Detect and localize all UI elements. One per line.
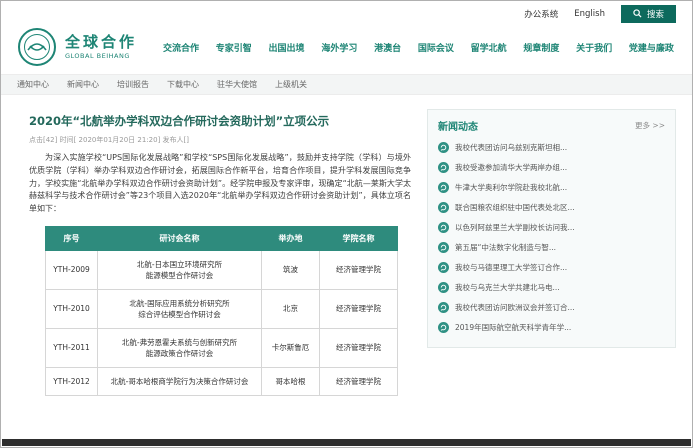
subnav-item-reports[interactable]: 培训报告 — [117, 79, 149, 90]
news-item[interactable]: 牛津大学奥利尔学院赴我校北航... — [438, 177, 665, 197]
subnav-item-downloads[interactable]: 下载中心 — [167, 79, 199, 90]
content-area: 2020年“北航举办学科双边合作研讨会资助计划”立项公示 点击[42] 时间[ … — [1, 95, 692, 396]
nav-item-party[interactable]: 党建与廉政 — [629, 41, 674, 54]
circular-arrow-icon — [438, 162, 449, 173]
col-header-college: 学院名称 — [320, 226, 398, 250]
beihang-emblem-icon — [17, 27, 57, 67]
circular-arrow-icon — [438, 142, 449, 153]
search-label: 搜索 — [647, 8, 664, 20]
news-title: 新闻动态 — [438, 118, 478, 133]
news-item[interactable]: 第五届“中法数字化制造与智... — [438, 237, 665, 257]
search-button[interactable]: 搜索 — [621, 5, 676, 23]
news-item[interactable]: 以色列阿兹里兰大学副校长访问我... — [438, 217, 665, 237]
news-item-text: 第五届“中法数字化制造与智... — [455, 242, 556, 253]
seminar-table: 序号 研讨会名称 举办地 学院名称 YTH-2009 北航-日本国立环境研究所 … — [45, 226, 398, 396]
news-more-link[interactable]: 更多 >> — [635, 120, 665, 131]
news-box: 新闻动态 更多 >> 我校代表团访问乌兹别克斯坦相... 我校受邀参加清华大学两… — [427, 109, 676, 348]
circular-arrow-icon — [438, 202, 449, 213]
circular-arrow-icon — [438, 282, 449, 293]
table-row: YTH-2011 北航-弗劳恩霍夫系统与创新研究所 能源政策合作研讨会 卡尔斯鲁… — [46, 328, 398, 367]
english-link[interactable]: English — [574, 9, 605, 19]
news-item-text: 牛津大学奥利尔学院赴我校北航... — [455, 182, 567, 193]
news-item[interactable]: 我校代表团访问乌兹别克斯坦相... — [438, 137, 665, 157]
news-sidebar: 新闻动态 更多 >> 我校代表团访问乌兹别克斯坦相... 我校受邀参加清华大学两… — [427, 109, 676, 396]
nav-item-hmt[interactable]: 港澳台 — [374, 41, 401, 54]
nav-item-overseas-study[interactable]: 海外学习 — [321, 41, 357, 54]
seminar-id: YTH-2011 — [46, 328, 98, 367]
news-list: 我校代表团访问乌兹别克斯坦相... 我校受邀参加清华大学两岸办组... 牛津大学… — [438, 137, 665, 337]
sub-nav: 通知中心 新闻中心 培训报告 下载中心 驻华大使馆 上级机关 — [1, 74, 692, 95]
table-row: YTH-2012 北航-哥本哈根商学院行为决策合作研讨会 哥本哈根 经济管理学院 — [46, 367, 398, 395]
seminar-id: YTH-2009 — [46, 250, 98, 289]
seminar-location: 筑波 — [262, 250, 320, 289]
seminar-college: 经济管理学院 — [320, 367, 398, 395]
seminar-id: YTH-2010 — [46, 289, 98, 328]
table-row: YTH-2010 北航-国际应用系统分析研究所 综合评估模型合作研讨会 北京 经… — [46, 289, 398, 328]
news-item[interactable]: 2019年国际航空航天科学青年学... — [438, 317, 665, 337]
subnav-item-notices[interactable]: 通知中心 — [17, 79, 49, 90]
news-header: 新闻动态 更多 >> — [438, 118, 665, 133]
col-header-id: 序号 — [46, 226, 98, 250]
site-header: 全球合作 GLOBAL BEIHANG 交流合作 专家引智 出国出境 海外学习 … — [1, 23, 692, 74]
page-title: 2020年“北航举办学科双边合作研讨会资助计划”立项公示 — [29, 113, 411, 129]
seminar-name: 北航-日本国立环境研究所 能源模型合作研讨会 — [98, 250, 262, 289]
main-nav: 交流合作 专家引智 出国出境 海外学习 港澳台 国际会议 留学北航 规章制度 关… — [163, 41, 676, 54]
beihang-logo[interactable] — [17, 27, 57, 67]
table-row: YTH-2009 北航-日本国立环境研究所 能源模型合作研讨会 筑波 经济管理学… — [46, 250, 398, 289]
news-item-text: 我校与乌克兰大学共建北马电... — [455, 282, 560, 293]
seminar-college: 经济管理学院 — [320, 250, 398, 289]
nav-item-study-at-buaa[interactable]: 留学北航 — [471, 41, 507, 54]
col-header-location: 举办地 — [262, 226, 320, 250]
nav-item-regulations[interactable]: 规章制度 — [523, 41, 559, 54]
subnav-item-news[interactable]: 新闻中心 — [67, 79, 99, 90]
news-item-text: 我校代表团访问乌兹别克斯坦相... — [455, 142, 567, 153]
news-item[interactable]: 我校受邀参加清华大学两岸办组... — [438, 157, 665, 177]
nav-item-about[interactable]: 关于我们 — [576, 41, 612, 54]
nav-item-abroad[interactable]: 出国出境 — [269, 41, 305, 54]
news-item-text: 我校与马德里理工大学签订合作... — [455, 262, 567, 273]
circular-arrow-icon — [438, 242, 449, 253]
col-header-name: 研讨会名称 — [98, 226, 262, 250]
circular-arrow-icon — [438, 182, 449, 193]
circular-arrow-icon — [438, 302, 449, 313]
table-header-row: 序号 研讨会名称 举办地 学院名称 — [46, 226, 398, 250]
footer-bar — [2, 439, 691, 446]
seminar-name: 北航-国际应用系统分析研究所 综合评估模型合作研讨会 — [98, 289, 262, 328]
news-item[interactable]: 联合国粮农组织驻中国代表处北区... — [438, 197, 665, 217]
page: 办公系统 English 搜索 全球合作 GLOBAL BEIHANG 交流合作 — [0, 0, 693, 448]
news-item-text: 以色列阿兹里兰大学副校长访问我... — [455, 222, 575, 233]
seminar-location: 卡尔斯鲁厄 — [262, 328, 320, 367]
subnav-item-superiors[interactable]: 上级机关 — [275, 79, 307, 90]
circular-arrow-icon — [438, 222, 449, 233]
article-column: 2020年“北航举办学科双边合作研讨会资助计划”立项公示 点击[42] 时间[ … — [29, 109, 411, 396]
circular-arrow-icon — [438, 262, 449, 273]
nav-item-exchange[interactable]: 交流合作 — [163, 41, 199, 54]
seminar-id: YTH-2012 — [46, 367, 98, 395]
nav-item-experts[interactable]: 专家引智 — [216, 41, 252, 54]
news-item-text: 2019年国际航空航天科学青年学... — [455, 322, 571, 333]
article-meta: 点击[42] 时间[ 2020年01月20日 21:20] 发布人[] — [29, 135, 411, 145]
site-title: 全球合作 — [65, 34, 137, 51]
news-item-text: 我校受邀参加清华大学两岸办组... — [455, 162, 567, 173]
seminar-name: 北航-哥本哈根商学院行为决策合作研讨会 — [98, 367, 262, 395]
subnav-item-embassies[interactable]: 驻华大使馆 — [217, 79, 257, 90]
circular-arrow-icon — [438, 322, 449, 333]
office-system-link[interactable]: 办公系统 — [524, 8, 558, 20]
site-subtitle: GLOBAL BEIHANG — [65, 52, 137, 60]
article-paragraph: 为深入实施学校“UPS国际化发展战略”和学校“SPS国际化发展战略”，鼓励并支持… — [29, 152, 411, 216]
seminar-location: 北京 — [262, 289, 320, 328]
news-item[interactable]: 我校与马德里理工大学签订合作... — [438, 257, 665, 277]
news-item[interactable]: 我校与乌克兰大学共建北马电... — [438, 277, 665, 297]
brand-block: 全球合作 GLOBAL BEIHANG — [65, 34, 137, 61]
seminar-location: 哥本哈根 — [262, 367, 320, 395]
news-item-text: 我校代表团访问欧洲议会并签订合... — [455, 302, 575, 313]
news-item[interactable]: 我校代表团访问欧洲议会并签订合... — [438, 297, 665, 317]
seminar-college: 经济管理学院 — [320, 328, 398, 367]
search-icon — [633, 9, 642, 18]
topbar: 办公系统 English 搜索 — [1, 1, 692, 23]
seminar-name: 北航-弗劳恩霍夫系统与创新研究所 能源政策合作研讨会 — [98, 328, 262, 367]
news-item-text: 联合国粮农组织驻中国代表处北区... — [455, 202, 575, 213]
seminar-college: 经济管理学院 — [320, 289, 398, 328]
nav-item-conference[interactable]: 国际会议 — [418, 41, 454, 54]
